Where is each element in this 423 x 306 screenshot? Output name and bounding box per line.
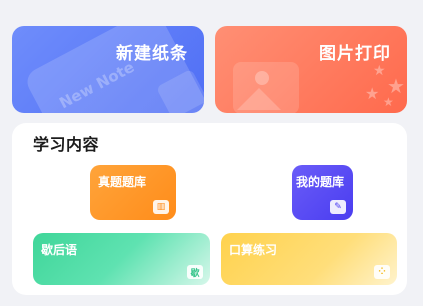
new-note-title: 新建纸条 bbox=[116, 44, 188, 64]
xiehouyu-label: 歇后语 bbox=[41, 243, 78, 257]
photo-print-title: 图片打印 bbox=[319, 44, 391, 64]
study-content-panel: 学习内容 真题题库 ▥ 我的题库 ✎ 歇后语 歇 口算练习 ⁘ bbox=[12, 123, 407, 295]
my-question-bank-label: 我的题库 bbox=[296, 175, 345, 189]
edit-icon: ✎ bbox=[330, 200, 346, 214]
star-icon: ★ bbox=[383, 95, 394, 109]
star-icon: ★ bbox=[365, 84, 380, 103]
new-note-card[interactable]: New Note 新建纸条 bbox=[12, 26, 204, 113]
xiehouyu-tile[interactable]: 歇后语 歇 bbox=[33, 233, 210, 285]
image-hill-decoration bbox=[237, 88, 281, 110]
star-icon: ★ bbox=[387, 74, 405, 98]
mental-math-tile[interactable]: 口算练习 ⁘ bbox=[221, 233, 397, 285]
star-icon: ★ bbox=[373, 63, 386, 79]
question-bank-label: 真题题库 bbox=[98, 175, 147, 189]
my-question-bank-tile[interactable]: 我的题库 ✎ bbox=[292, 165, 353, 220]
question-bank-tile[interactable]: 真题题库 ▥ bbox=[90, 165, 176, 220]
photo-print-card[interactable]: ★ ★ ★ ★ 图片打印 bbox=[215, 26, 407, 113]
book-icon: ▥ bbox=[153, 200, 169, 214]
section-title: 学习内容 bbox=[33, 135, 100, 154]
mental-math-label: 口算练习 bbox=[229, 243, 278, 257]
xie-icon: 歇 bbox=[187, 265, 203, 279]
dice-icon: ⁘ bbox=[374, 265, 390, 279]
image-sun-decoration bbox=[255, 71, 269, 85]
